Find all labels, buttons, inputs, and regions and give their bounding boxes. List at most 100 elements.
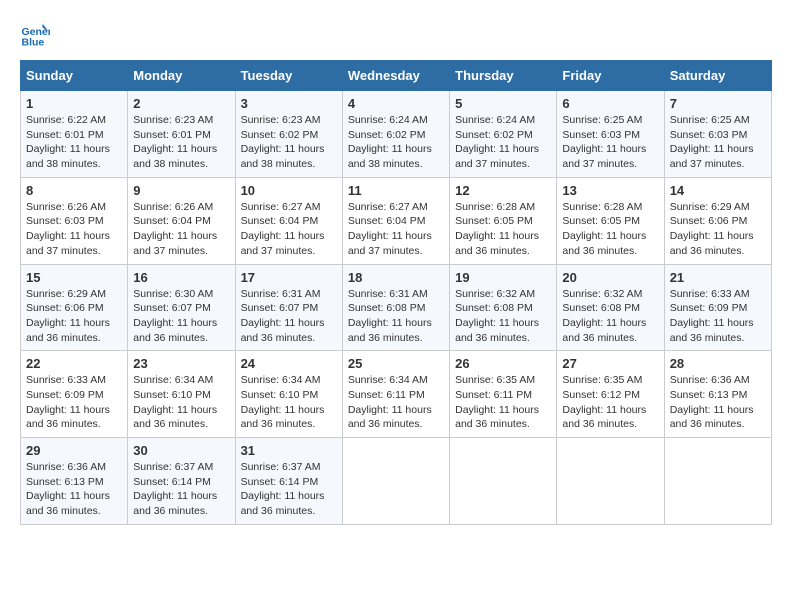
calendar-cell: 30 Sunrise: 6:37 AMSunset: 6:14 PMDayligh… — [128, 438, 235, 525]
logo-icon: General Blue — [20, 20, 50, 50]
day-number: 29 — [26, 443, 122, 458]
day-number: 20 — [562, 270, 658, 285]
day-info: Sunrise: 6:31 AMSunset: 6:07 PMDaylight:… — [241, 287, 337, 346]
header-day-tuesday: Tuesday — [235, 61, 342, 91]
calendar-cell: 24 Sunrise: 6:34 AMSunset: 6:10 PMDayligh… — [235, 351, 342, 438]
header-day-thursday: Thursday — [450, 61, 557, 91]
calendar-cell: 6Sunrise: 6:25 AMSunset: 6:03 PMDaylight… — [557, 91, 664, 178]
day-number: 25 — [348, 356, 444, 371]
calendar-header: SundayMondayTuesdayWednesdayThursdayFrid… — [21, 61, 772, 91]
day-number: 15 — [26, 270, 122, 285]
day-info: Sunrise: 6:37 AMSunset: 6:14 PMDaylight:… — [133, 460, 229, 519]
calendar-table: SundayMondayTuesdayWednesdayThursdayFrid… — [20, 60, 772, 525]
day-number: 16 — [133, 270, 229, 285]
day-info: Sunrise: 6:30 AMSunset: 6:07 PMDaylight:… — [133, 287, 229, 346]
day-number: 31 — [241, 443, 337, 458]
calendar-cell: 13 Sunrise: 6:28 AMSunset: 6:05 PMDayligh… — [557, 177, 664, 264]
header-day-monday: Monday — [128, 61, 235, 91]
day-info: Sunrise: 6:27 AMSunset: 6:04 PMDaylight:… — [348, 200, 444, 259]
day-info: Sunrise: 6:23 AMSunset: 6:01 PMDaylight:… — [133, 113, 229, 172]
day-number: 26 — [455, 356, 551, 371]
day-number: 11 — [348, 183, 444, 198]
day-number: 13 — [562, 183, 658, 198]
week-row-5: 29Sunrise: 6:36 AMSunset: 6:13 PMDayligh… — [21, 438, 772, 525]
header-row: SundayMondayTuesdayWednesdayThursdayFrid… — [21, 61, 772, 91]
calendar-cell: 29Sunrise: 6:36 AMSunset: 6:13 PMDayligh… — [21, 438, 128, 525]
day-number: 5 — [455, 96, 551, 111]
day-number: 17 — [241, 270, 337, 285]
header-day-saturday: Saturday — [664, 61, 771, 91]
calendar-cell — [664, 438, 771, 525]
calendar-cell — [450, 438, 557, 525]
calendar-cell: 2Sunrise: 6:23 AMSunset: 6:01 PMDaylight… — [128, 91, 235, 178]
day-info: Sunrise: 6:32 AMSunset: 6:08 PMDaylight:… — [562, 287, 658, 346]
calendar-cell: 16 Sunrise: 6:30 AMSunset: 6:07 PMDayligh… — [128, 264, 235, 351]
day-number: 9 — [133, 183, 229, 198]
day-number: 30 — [133, 443, 229, 458]
day-info: Sunrise: 6:29 AMSunset: 6:06 PMDaylight:… — [26, 287, 122, 346]
day-info: Sunrise: 6:28 AMSunset: 6:05 PMDaylight:… — [455, 200, 551, 259]
day-info: Sunrise: 6:29 AMSunset: 6:06 PMDaylight:… — [670, 200, 766, 259]
calendar-cell: 8 Sunrise: 6:26 AMSunset: 6:03 PMDaylight… — [21, 177, 128, 264]
day-info: Sunrise: 6:36 AMSunset: 6:13 PMDaylight:… — [670, 373, 766, 432]
calendar-cell: 10 Sunrise: 6:27 AMSunset: 6:04 PMDayligh… — [235, 177, 342, 264]
day-info: Sunrise: 6:32 AMSunset: 6:08 PMDaylight:… — [455, 287, 551, 346]
day-info: Sunrise: 6:24 AMSunset: 6:02 PMDaylight:… — [348, 113, 444, 172]
day-info: Sunrise: 6:33 AMSunset: 6:09 PMDaylight:… — [670, 287, 766, 346]
day-info: Sunrise: 6:27 AMSunset: 6:04 PMDaylight:… — [241, 200, 337, 259]
header: General Blue — [20, 20, 772, 50]
day-number: 12 — [455, 183, 551, 198]
day-number: 4 — [348, 96, 444, 111]
header-day-wednesday: Wednesday — [342, 61, 449, 91]
day-number: 7 — [670, 96, 766, 111]
day-info: Sunrise: 6:37 AMSunset: 6:14 PMDaylight:… — [241, 460, 337, 519]
header-day-sunday: Sunday — [21, 61, 128, 91]
calendar-cell: 20 Sunrise: 6:32 AMSunset: 6:08 PMDayligh… — [557, 264, 664, 351]
day-number: 1 — [26, 96, 122, 111]
calendar-cell: 28Sunrise: 6:36 AMSunset: 6:13 PMDayligh… — [664, 351, 771, 438]
day-number: 3 — [241, 96, 337, 111]
calendar-cell: 19Sunrise: 6:32 AMSunset: 6:08 PMDayligh… — [450, 264, 557, 351]
calendar-body: 1 Sunrise: 6:22 AMSunset: 6:01 PMDaylight… — [21, 91, 772, 525]
day-info: Sunrise: 6:24 AMSunset: 6:02 PMDaylight:… — [455, 113, 551, 172]
day-number: 22 — [26, 356, 122, 371]
day-info: Sunrise: 6:22 AMSunset: 6:01 PMDaylight:… — [26, 113, 122, 172]
day-info: Sunrise: 6:25 AMSunset: 6:03 PMDaylight:… — [562, 113, 658, 172]
day-info: Sunrise: 6:34 AMSunset: 6:10 PMDaylight:… — [241, 373, 337, 432]
calendar-cell: 22 Sunrise: 6:33 AMSunset: 6:09 PMDayligh… — [21, 351, 128, 438]
day-info: Sunrise: 6:28 AMSunset: 6:05 PMDaylight:… — [562, 200, 658, 259]
day-number: 8 — [26, 183, 122, 198]
calendar-cell: 5 Sunrise: 6:24 AMSunset: 6:02 PMDaylight… — [450, 91, 557, 178]
week-row-2: 8 Sunrise: 6:26 AMSunset: 6:03 PMDaylight… — [21, 177, 772, 264]
calendar-cell: 15 Sunrise: 6:29 AMSunset: 6:06 PMDayligh… — [21, 264, 128, 351]
svg-text:Blue: Blue — [22, 37, 45, 49]
day-number: 10 — [241, 183, 337, 198]
day-info: Sunrise: 6:34 AMSunset: 6:11 PMDaylight:… — [348, 373, 444, 432]
day-number: 14 — [670, 183, 766, 198]
day-info: Sunrise: 6:35 AMSunset: 6:12 PMDaylight:… — [562, 373, 658, 432]
day-info: Sunrise: 6:26 AMSunset: 6:04 PMDaylight:… — [133, 200, 229, 259]
day-info: Sunrise: 6:23 AMSunset: 6:02 PMDaylight:… — [241, 113, 337, 172]
calendar-cell: 7Sunrise: 6:25 AMSunset: 6:03 PMDaylight… — [664, 91, 771, 178]
calendar-cell: 9 Sunrise: 6:26 AMSunset: 6:04 PMDaylight… — [128, 177, 235, 264]
calendar-cell: 23Sunrise: 6:34 AMSunset: 6:10 PMDayligh… — [128, 351, 235, 438]
calendar-cell: 11 Sunrise: 6:27 AMSunset: 6:04 PMDayligh… — [342, 177, 449, 264]
calendar-cell — [342, 438, 449, 525]
calendar-cell: 25 Sunrise: 6:34 AMSunset: 6:11 PMDayligh… — [342, 351, 449, 438]
day-info: Sunrise: 6:26 AMSunset: 6:03 PMDaylight:… — [26, 200, 122, 259]
calendar-cell: 18Sunrise: 6:31 AMSunset: 6:08 PMDayligh… — [342, 264, 449, 351]
calendar-cell: 27Sunrise: 6:35 AMSunset: 6:12 PMDayligh… — [557, 351, 664, 438]
day-number: 23 — [133, 356, 229, 371]
calendar-cell: 17 Sunrise: 6:31 AMSunset: 6:07 PMDayligh… — [235, 264, 342, 351]
day-number: 24 — [241, 356, 337, 371]
day-number: 18 — [348, 270, 444, 285]
calendar-cell: 26 Sunrise: 6:35 AMSunset: 6:11 PMDayligh… — [450, 351, 557, 438]
logo: General Blue — [20, 20, 50, 50]
day-info: Sunrise: 6:33 AMSunset: 6:09 PMDaylight:… — [26, 373, 122, 432]
day-number: 21 — [670, 270, 766, 285]
calendar-cell: 4 Sunrise: 6:24 AMSunset: 6:02 PMDaylight… — [342, 91, 449, 178]
calendar-cell: 21 Sunrise: 6:33 AMSunset: 6:09 PMDayligh… — [664, 264, 771, 351]
calendar-cell: 1 Sunrise: 6:22 AMSunset: 6:01 PMDaylight… — [21, 91, 128, 178]
calendar-cell: 14 Sunrise: 6:29 AMSunset: 6:06 PMDayligh… — [664, 177, 771, 264]
day-info: Sunrise: 6:35 AMSunset: 6:11 PMDaylight:… — [455, 373, 551, 432]
